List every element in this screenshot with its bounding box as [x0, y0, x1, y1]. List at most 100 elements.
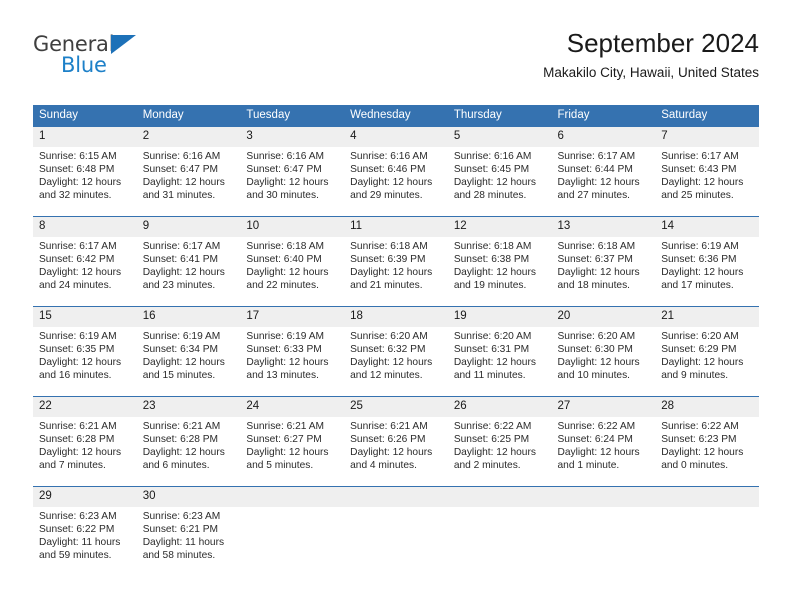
day-cell[interactable]: 19 Sunrise: 6:20 AM Sunset: 6:31 PM Dayl… [447, 306, 552, 397]
day-cell[interactable]: 15 Sunrise: 6:19 AM Sunset: 6:35 PM Dayl… [33, 306, 137, 397]
day-cell[interactable]: 9 Sunrise: 6:17 AM Sunset: 6:41 PM Dayli… [136, 216, 241, 307]
day-cell[interactable]: 30 Sunrise: 6:23 AM Sunset: 6:21 PM Dayl… [136, 486, 241, 576]
day-cell[interactable]: 7 Sunrise: 6:17 AM Sunset: 6:43 PM Dayli… [655, 127, 759, 217]
sunset-text: Sunset: 6:28 PM [142, 434, 219, 446]
day-cell-empty [551, 486, 656, 576]
daylight-text-line2: and 59 minutes. [39, 550, 112, 562]
day-number: 29 [33, 487, 137, 507]
sunset-text: Sunset: 6:44 PM [557, 164, 633, 176]
day-details [344, 507, 448, 510]
day-details: Sunrise: 6:22 AM Sunset: 6:23 PM Dayligh… [655, 417, 759, 472]
daylight-text-line1: Daylight: 12 hours [350, 357, 433, 369]
day-number: 20 [551, 307, 656, 327]
day-cell[interactable]: 21 Sunrise: 6:20 AM Sunset: 6:29 PM Dayl… [655, 306, 759, 397]
sunset-text: Sunset: 6:24 PM [557, 434, 633, 446]
page-title: September 2024 [566, 28, 759, 58]
day-cell[interactable]: 2 Sunrise: 6:16 AM Sunset: 6:47 PM Dayli… [136, 127, 241, 217]
daylight-text-line2: and 13 minutes. [246, 370, 319, 382]
weekday-header-thursday: Thursday [453, 109, 502, 121]
sunrise-text: Sunrise: 6:16 AM [142, 151, 221, 162]
day-number: 1 [33, 127, 137, 147]
day-cell[interactable]: 17 Sunrise: 6:19 AM Sunset: 6:33 PM Dayl… [240, 306, 345, 397]
day-number [551, 487, 656, 507]
day-cell[interactable]: 4 Sunrise: 6:16 AM Sunset: 6:46 PM Dayli… [344, 127, 448, 217]
sunrise-text: Sunrise: 6:16 AM [246, 151, 324, 162]
day-cell[interactable]: 14 Sunrise: 6:19 AM Sunset: 6:36 PM Dayl… [655, 216, 759, 307]
general-blue-logo[interactable]: General Blue [33, 32, 233, 88]
sunrise-text: Sunrise: 6:19 AM [39, 331, 117, 342]
daylight-text-line2: and 25 minutes. [661, 190, 734, 202]
daylight-text-line1: Daylight: 12 hours [39, 357, 122, 369]
sunrise-text: Sunrise: 6:18 AM [453, 241, 532, 252]
day-cell[interactable]: 23 Sunrise: 6:21 AM Sunset: 6:28 PM Dayl… [136, 396, 241, 487]
day-details [655, 507, 759, 510]
daylight-text-line1: Daylight: 11 hours [142, 537, 225, 549]
weekday-header-row: Sunday Monday Tuesday Wednesday Thursday… [33, 105, 759, 127]
day-details [552, 507, 656, 510]
daylight-text-line2: and 17 minutes. [661, 280, 734, 292]
page-subtitle: Makakilo City, Hawaii, United States [543, 65, 759, 80]
day-cell[interactable]: 6 Sunrise: 6:17 AM Sunset: 6:44 PM Dayli… [551, 127, 656, 217]
day-cell[interactable]: 3 Sunrise: 6:16 AM Sunset: 6:47 PM Dayli… [240, 127, 345, 217]
sunset-text: Sunset: 6:35 PM [39, 344, 115, 356]
daylight-text-line2: and 16 minutes. [39, 370, 112, 382]
day-details: Sunrise: 6:18 AM Sunset: 6:39 PM Dayligh… [344, 237, 448, 292]
day-cell[interactable]: 28 Sunrise: 6:22 AM Sunset: 6:23 PM Dayl… [655, 396, 759, 487]
day-number: 25 [344, 397, 448, 417]
daylight-text-line2: and 19 minutes. [453, 280, 527, 292]
day-details [448, 507, 552, 510]
sunset-text: Sunset: 6:25 PM [453, 434, 530, 446]
sunset-text: Sunset: 6:40 PM [246, 254, 322, 266]
page-header: General Blue September 2024 Makakilo Cit… [33, 26, 759, 98]
sunrise-text: Sunrise: 6:21 AM [246, 421, 324, 432]
sunrise-text: Sunrise: 6:20 AM [557, 331, 636, 342]
day-cell[interactable]: 12 Sunrise: 6:18 AM Sunset: 6:38 PM Dayl… [447, 216, 552, 307]
day-details: Sunrise: 6:19 AM Sunset: 6:33 PM Dayligh… [240, 327, 344, 382]
day-details: Sunrise: 6:16 AM Sunset: 6:45 PM Dayligh… [448, 147, 552, 202]
daylight-text-line1: Daylight: 12 hours [39, 447, 122, 459]
day-number: 27 [551, 397, 656, 417]
weekday-header-wednesday: Wednesday [350, 109, 411, 121]
day-details [240, 507, 344, 510]
day-cell[interactable]: 1 Sunrise: 6:15 AM Sunset: 6:48 PM Dayli… [33, 127, 137, 217]
title-block: September 2024 Makakilo City, Hawaii, Un… [543, 26, 759, 82]
daylight-text-line1: Daylight: 12 hours [557, 357, 640, 369]
daylight-text-line1: Daylight: 12 hours [39, 267, 122, 279]
day-cell[interactable]: 16 Sunrise: 6:19 AM Sunset: 6:34 PM Dayl… [136, 306, 241, 397]
day-cell[interactable]: 29 Sunrise: 6:23 AM Sunset: 6:22 PM Dayl… [33, 486, 137, 576]
day-cell[interactable]: 26 Sunrise: 6:22 AM Sunset: 6:25 PM Dayl… [447, 396, 552, 487]
daylight-text-line2: and 9 minutes. [661, 370, 729, 382]
sunset-text: Sunset: 6:29 PM [661, 344, 737, 356]
day-cell[interactable]: 18 Sunrise: 6:20 AM Sunset: 6:32 PM Dayl… [344, 306, 448, 397]
day-cell[interactable]: 20 Sunrise: 6:20 AM Sunset: 6:30 PM Dayl… [551, 306, 656, 397]
sunrise-text: Sunrise: 6:19 AM [661, 241, 739, 252]
sunset-text: Sunset: 6:41 PM [142, 254, 219, 266]
day-cell[interactable]: 27 Sunrise: 6:22 AM Sunset: 6:24 PM Dayl… [551, 396, 656, 487]
sunset-text: Sunset: 6:33 PM [246, 344, 322, 356]
daylight-text-line1: Daylight: 12 hours [557, 267, 640, 279]
day-cell[interactable]: 5 Sunrise: 6:16 AM Sunset: 6:45 PM Dayli… [447, 127, 552, 217]
sunrise-text: Sunrise: 6:15 AM [39, 151, 117, 162]
sunrise-text: Sunrise: 6:23 AM [39, 511, 117, 522]
daylight-text-line2: and 29 minutes. [350, 190, 423, 202]
day-cell[interactable]: 25 Sunrise: 6:21 AM Sunset: 6:26 PM Dayl… [344, 396, 448, 487]
day-cell[interactable]: 22 Sunrise: 6:21 AM Sunset: 6:28 PM Dayl… [33, 396, 137, 487]
day-cell[interactable]: 10 Sunrise: 6:18 AM Sunset: 6:40 PM Dayl… [240, 216, 345, 307]
day-cell[interactable]: 11 Sunrise: 6:18 AM Sunset: 6:39 PM Dayl… [344, 216, 448, 307]
sunrise-text: Sunrise: 6:17 AM [557, 151, 636, 162]
daylight-text-line2: and 30 minutes. [246, 190, 319, 202]
sunrise-text: Sunrise: 6:19 AM [246, 331, 324, 342]
weekday-header-monday: Monday [142, 109, 184, 121]
daylight-text-line2: and 15 minutes. [142, 370, 216, 382]
week-row: 8 Sunrise: 6:17 AM Sunset: 6:42 PM Dayli… [33, 216, 759, 307]
day-cell[interactable]: 13 Sunrise: 6:18 AM Sunset: 6:37 PM Dayl… [551, 216, 656, 307]
day-cell[interactable]: 8 Sunrise: 6:17 AM Sunset: 6:42 PM Dayli… [33, 216, 137, 307]
sunset-text: Sunset: 6:23 PM [661, 434, 737, 446]
day-number: 21 [655, 307, 759, 327]
daylight-text-line1: Daylight: 12 hours [453, 357, 536, 369]
day-details: Sunrise: 6:21 AM Sunset: 6:27 PM Dayligh… [240, 417, 344, 472]
daylight-text-line2: and 32 minutes. [39, 190, 112, 202]
sunrise-text: Sunrise: 6:16 AM [453, 151, 532, 162]
daylight-text-line1: Daylight: 12 hours [557, 447, 640, 459]
day-cell[interactable]: 24 Sunrise: 6:21 AM Sunset: 6:27 PM Dayl… [240, 396, 345, 487]
